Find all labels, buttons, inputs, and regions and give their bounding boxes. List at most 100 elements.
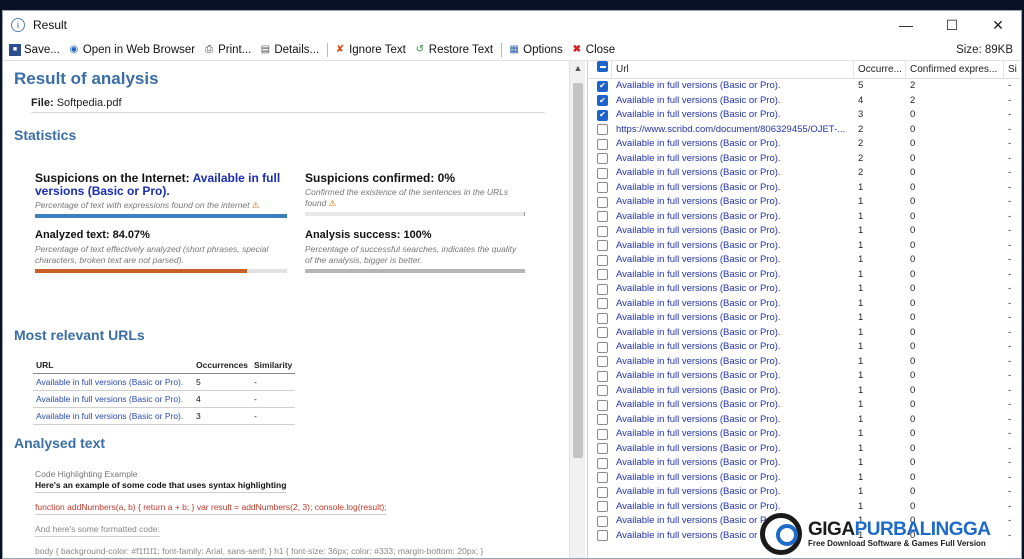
checkbox-cell[interactable] [588,356,612,368]
checkbox-cell[interactable] [588,211,612,223]
checkbox-cell[interactable]: ✔ [588,109,612,121]
grid-row[interactable]: Available in full versions (Basic or Pro… [588,355,1021,370]
maximize-button[interactable]: ☐ [929,11,975,39]
checkbox-cell[interactable] [588,240,612,252]
report-pane[interactable]: Result of analysis File: Softpedia.pdf S… [3,61,569,558]
save-button[interactable]: ■ Save... [9,43,60,56]
grid-row[interactable]: Available in full versions (Basic or Pro… [588,471,1021,486]
checkbox-cell[interactable] [588,124,612,136]
checkbox-cell[interactable] [588,530,612,542]
checkbox-cell[interactable] [588,443,612,455]
url-cell[interactable]: Available in full versions (Basic or Pro… [612,456,854,471]
checkbox-cell[interactable] [588,225,612,237]
url-cell[interactable]: Available in full versions (Basic or Pro… [612,369,854,384]
row-checkbox[interactable] [597,312,608,324]
url-cell[interactable]: Available in full versions (Basic or Pro… [612,79,854,94]
row-checkbox[interactable] [597,138,608,150]
checkbox-cell[interactable] [588,515,612,527]
grid-row[interactable]: https://www.scribd.com/document/80632945… [588,123,1021,138]
print-button[interactable]: ⎙ Print... [203,44,251,56]
checkbox-cell[interactable]: ✔ [588,80,612,92]
checkbox-cell[interactable] [588,138,612,150]
checkbox-cell[interactable] [588,370,612,382]
url-cell[interactable]: Available in full versions (Basic or Pro… [612,427,854,442]
grid-row[interactable]: Available in full versions (Basic or Pro… [588,384,1021,399]
checkbox-cell[interactable] [588,153,612,165]
url-cell[interactable]: Available in full versions (Basic or Pro… [612,398,854,413]
url-cell[interactable]: Available in full versions (Basic or Pro… [612,94,854,109]
url-grid[interactable]: Url Occurre... Confirmed expres... Si ✔ A… [587,61,1021,558]
url-cell[interactable]: Available in full versions (Basic or Pro… [612,471,854,486]
checkbox-cell[interactable] [588,472,612,484]
grid-row[interactable]: Available in full versions (Basic or Pro… [588,297,1021,312]
grid-row[interactable]: Available in full versions (Basic or Pro… [588,152,1021,167]
url-cell[interactable]: Available in full versions (Basic or Pro… [612,268,854,283]
checkbox-cell[interactable] [588,298,612,310]
url-link[interactable]: Available in full versions (Basic or Pro… [33,390,193,408]
row-checkbox[interactable]: ✔ [597,95,608,107]
checkbox-cell[interactable] [588,269,612,281]
grid-row[interactable]: Available in full versions (Basic or Pro… [588,442,1021,457]
checkbox-cell[interactable] [588,341,612,353]
url-cell[interactable]: Available in full versions (Basic or Pro… [612,181,854,196]
row-checkbox[interactable] [597,327,608,339]
checkbox-cell[interactable] [588,196,612,208]
row-checkbox[interactable] [597,167,608,179]
url-cell[interactable]: https://www.scribd.com/document/80632945… [612,123,854,138]
row-checkbox[interactable] [597,457,608,469]
select-all-checkbox[interactable] [597,61,608,72]
row-checkbox[interactable] [597,370,608,382]
grid-row[interactable]: ✔ Available in full versions (Basic or Pr… [588,94,1021,109]
row-checkbox[interactable] [597,443,608,455]
url-cell[interactable]: Available in full versions (Basic or Pro… [612,195,854,210]
row-checkbox[interactable] [597,472,608,484]
row-checkbox[interactable] [597,153,608,165]
code-line[interactable]: function addNumbers(a, b) { return a + b… [35,502,387,515]
row-checkbox[interactable]: ✔ [597,80,608,92]
grid-row[interactable]: Available in full versions (Basic or Pro… [588,311,1021,326]
grid-row[interactable]: Available in full versions (Basic or Pro… [588,137,1021,152]
grid-row[interactable]: Available in full versions (Basic or Pro… [588,340,1021,355]
checkbox-cell[interactable] [588,486,612,498]
checkbox-cell[interactable] [588,399,612,411]
grid-row[interactable]: Available in full versions (Basic or Pro… [588,181,1021,196]
grid-row[interactable]: Available in full versions (Basic or Pro… [588,268,1021,283]
url-link[interactable]: Available in full versions (Basic or Pro… [33,373,193,391]
row-checkbox[interactable] [597,501,608,513]
checkbox-cell[interactable] [588,167,612,179]
grid-row[interactable]: Available in full versions (Basic or Pro… [588,166,1021,181]
row-checkbox[interactable] [597,182,608,194]
column-header-confirmed[interactable]: Confirmed expres... [906,61,1004,79]
grid-row[interactable]: Available in full versions (Basic or Pro… [588,224,1021,239]
row-checkbox[interactable] [597,515,608,527]
checkbox-cell[interactable] [588,414,612,426]
url-cell[interactable]: Available in full versions (Basic or Pro… [612,326,854,341]
grid-row[interactable]: Available in full versions (Basic or Pro… [588,195,1021,210]
scrollbar-thumb[interactable] [573,83,583,458]
row-checkbox[interactable] [597,530,608,542]
checkbox-cell[interactable] [588,254,612,266]
url-cell[interactable]: Available in full versions (Basic or Pro… [612,210,854,225]
open-browser-button[interactable]: ◉ Open in Web Browser [68,44,195,56]
grid-row[interactable]: ✔ Available in full versions (Basic or Pr… [588,108,1021,123]
grid-row[interactable]: Available in full versions (Basic or Pro… [588,456,1021,471]
row-checkbox[interactable] [597,211,608,223]
row-checkbox[interactable] [597,399,608,411]
row-checkbox[interactable] [597,356,608,368]
checkbox-cell[interactable] [588,385,612,397]
row-checkbox[interactable] [597,428,608,440]
url-cell[interactable]: Available in full versions (Basic or Pro… [612,253,854,268]
close-button[interactable]: ✖ Close [571,44,616,56]
row-checkbox[interactable] [597,269,608,281]
column-header-url[interactable]: Url [612,61,854,79]
url-cell[interactable]: Available in full versions (Basic or Pro… [612,224,854,239]
column-header-occurrences[interactable]: Occurre... [854,61,906,79]
grid-row[interactable]: Available in full versions (Basic or Pro… [588,413,1021,428]
url-cell[interactable]: Available in full versions (Basic or Pro… [612,297,854,312]
url-cell[interactable]: Available in full versions (Basic or Pro… [612,311,854,326]
url-cell[interactable]: Available in full versions (Basic or Pro… [612,282,854,297]
details-button[interactable]: ▤ Details... [259,44,319,56]
minimize-button[interactable]: — [883,11,929,39]
row-checkbox[interactable] [597,240,608,252]
row-checkbox[interactable] [597,341,608,353]
